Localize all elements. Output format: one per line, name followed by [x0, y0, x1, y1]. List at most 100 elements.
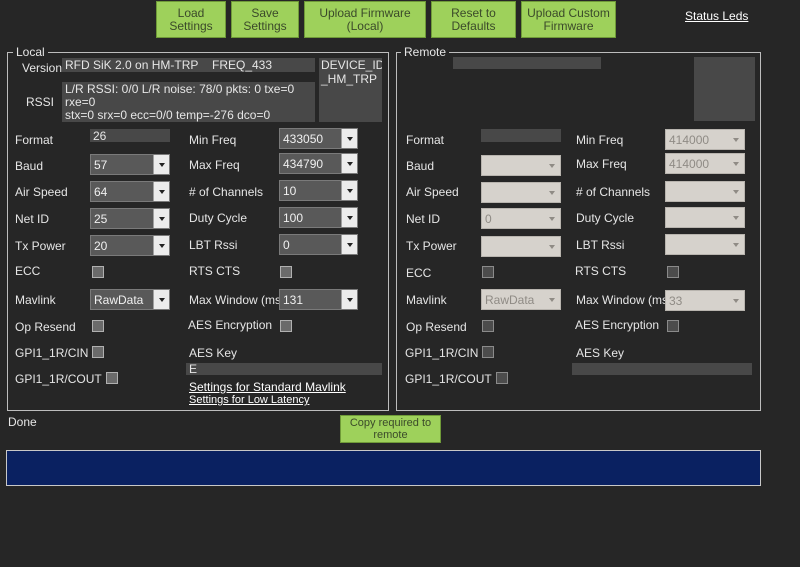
- upload-custom-firmware-button[interactable]: Upload Custom Firmware: [521, 1, 616, 38]
- remote-min-freq-select: 414000: [665, 129, 745, 150]
- chevron-down-icon[interactable]: [341, 290, 357, 309]
- remote-version-field: [453, 57, 601, 69]
- op-resend-label: Op Resend: [15, 320, 76, 334]
- max-freq-label: Max Freq: [189, 158, 240, 172]
- mavlink-label: Mavlink: [15, 293, 56, 307]
- remote-device-id-field: [694, 57, 755, 121]
- low-latency-link[interactable]: Settings for Low Latency: [189, 394, 309, 406]
- remote-aes-encryption-checkbox: [667, 320, 679, 332]
- remote-max-freq-label: Max Freq: [576, 157, 627, 171]
- chevron-down-icon[interactable]: [341, 235, 357, 254]
- remote-duty-cycle-label: Duty Cycle: [576, 211, 635, 225]
- gpi-cin-label: GPI1_1R/CIN: [15, 346, 89, 360]
- tx-power-label: Tx Power: [15, 239, 66, 253]
- max-window-select[interactable]: 131: [279, 289, 358, 310]
- remote-max-freq-select: 414000: [665, 153, 745, 174]
- remote-air-speed-select: [481, 182, 561, 203]
- chevron-down-icon: [728, 235, 744, 254]
- air-speed-select[interactable]: 64: [90, 181, 170, 202]
- chevron-down-icon[interactable]: [341, 208, 357, 227]
- remote-mavlink-select: RawData: [481, 289, 561, 310]
- chevron-down-icon: [728, 130, 744, 149]
- remote-gpi-cout-checkbox: [496, 372, 508, 384]
- max-window-label: Max Window (ms): [189, 293, 286, 307]
- ecc-checkbox[interactable]: [92, 266, 104, 278]
- gpi-cin-checkbox[interactable]: [92, 346, 104, 358]
- chevron-down-icon: [728, 182, 744, 201]
- remote-baud-label: Baud: [406, 159, 435, 173]
- net-id-label: Net ID: [15, 212, 50, 226]
- remote-tx-power-label: Tx Power: [406, 239, 457, 253]
- min-freq-select[interactable]: 433050: [279, 128, 358, 149]
- remote-air-speed-label: Air Speed: [406, 185, 459, 199]
- channels-label: # of Channels: [189, 185, 264, 199]
- remote-ecc-label: ECC: [406, 266, 432, 280]
- remote-aes-key-label: AES Key: [576, 346, 625, 360]
- aes-encryption-label: AES Encryption: [188, 318, 273, 332]
- max-freq-select[interactable]: 434790: [279, 153, 358, 174]
- version-value: RFD SiK 2.0 on HM-TRP: [65, 58, 199, 72]
- chevron-down-icon[interactable]: [341, 181, 357, 200]
- baud-select[interactable]: 57: [90, 154, 170, 175]
- baud-label: Baud: [15, 159, 44, 173]
- remote-lbt-rssi-label: LBT Rssi: [576, 238, 625, 252]
- op-resend-checkbox[interactable]: [92, 320, 104, 332]
- copy-to-remote-button[interactable]: Copy required to remote: [340, 415, 441, 443]
- remote-channels-label: # of Channels: [576, 185, 651, 199]
- remote-gpi-cout-label: GPI1_1R/COUT: [405, 372, 492, 386]
- remote-op-resend-label: Op Resend: [406, 320, 467, 334]
- chevron-down-icon: [728, 291, 744, 310]
- remote-net-id-select: 0: [481, 208, 561, 229]
- format-label: Format: [15, 133, 54, 147]
- remote-rts-cts-label: RTS CTS: [575, 264, 627, 278]
- remote-mavlink-label: Mavlink: [406, 293, 447, 307]
- remote-rts-cts-checkbox: [667, 266, 679, 278]
- gpi-cout-checkbox[interactable]: [106, 372, 118, 384]
- local-legend: Local: [13, 45, 48, 59]
- tx-power-select[interactable]: 20: [90, 235, 170, 256]
- remote-aes-key-field: [572, 363, 752, 375]
- duty-cycle-select[interactable]: 100: [279, 207, 358, 228]
- remote-tx-power-select: [481, 236, 561, 257]
- duty-cycle-label: Duty Cycle: [189, 211, 248, 225]
- chevron-down-icon: [544, 290, 560, 309]
- chevron-down-icon: [544, 209, 560, 228]
- remote-gpi-cin-label: GPI1_1R/CIN: [405, 346, 479, 360]
- remote-op-resend-checkbox: [482, 320, 494, 332]
- chevron-down-icon[interactable]: [153, 236, 169, 255]
- mavlink-select[interactable]: RawData: [90, 289, 170, 310]
- chevron-down-icon: [728, 154, 744, 173]
- reset-to-defaults-button[interactable]: Reset to Defaults: [431, 1, 516, 38]
- lbt-rssi-select[interactable]: 0: [279, 234, 358, 255]
- chevron-down-icon[interactable]: [341, 129, 357, 148]
- save-settings-button[interactable]: Save Settings: [231, 1, 299, 38]
- version-label: Version: [22, 61, 63, 75]
- format-field[interactable]: 26: [90, 129, 170, 142]
- lbt-rssi-label: LBT Rssi: [189, 238, 238, 252]
- net-id-select[interactable]: 25: [90, 208, 170, 229]
- device-id-field: DEVICE_ID _HM_TRP: [319, 58, 382, 122]
- chevron-down-icon[interactable]: [153, 290, 169, 309]
- remote-format-label: Format: [406, 133, 445, 147]
- chevron-down-icon[interactable]: [153, 155, 169, 174]
- chevron-down-icon[interactable]: [153, 209, 169, 228]
- remote-duty-cycle-select: [665, 207, 745, 228]
- aes-encryption-checkbox[interactable]: [280, 320, 292, 332]
- standard-mavlink-link[interactable]: Settings for Standard Mavlink: [189, 380, 346, 394]
- aes-key-field[interactable]: E: [186, 363, 382, 375]
- log-console[interactable]: [6, 450, 761, 486]
- chevron-down-icon[interactable]: [153, 182, 169, 201]
- status-leds-link[interactable]: Status Leds: [685, 9, 748, 23]
- channels-select[interactable]: 10: [279, 180, 358, 201]
- remote-aes-encryption-label: AES Encryption: [575, 318, 660, 332]
- remote-ecc-checkbox: [482, 266, 494, 278]
- upload-firmware-local-button[interactable]: Upload Firmware (Local): [304, 1, 426, 38]
- freq-value: FREQ_433: [212, 58, 273, 72]
- aes-key-label: AES Key: [189, 346, 238, 360]
- load-settings-button[interactable]: Load Settings: [156, 1, 226, 38]
- chevron-down-icon[interactable]: [341, 154, 357, 173]
- rts-cts-checkbox[interactable]: [280, 266, 292, 278]
- remote-format-field: [481, 129, 561, 142]
- version-field: RFD SiK 2.0 on HM-TRP FREQ_433: [62, 58, 315, 72]
- min-freq-label: Min Freq: [189, 133, 237, 147]
